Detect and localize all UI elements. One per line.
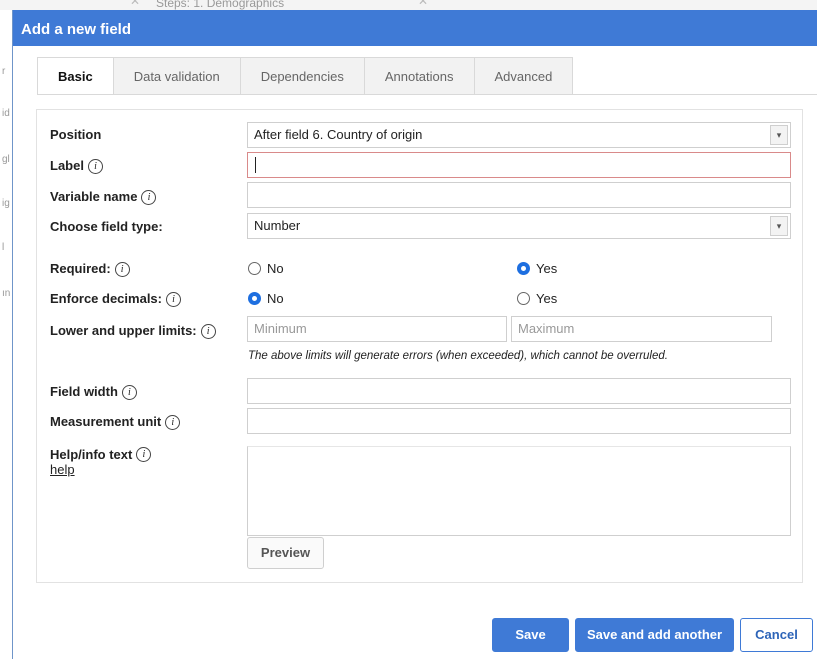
help-text-label-text: Help/info text xyxy=(50,447,133,462)
info-icon[interactable]: i xyxy=(87,159,103,175)
tab-data-validation[interactable]: Data validation xyxy=(113,57,241,95)
enforce-decimals-yes-label: Yes xyxy=(536,291,558,306)
label-label: Label i xyxy=(50,158,103,175)
close-icon: ✕ xyxy=(418,0,429,8)
measurement-unit-input[interactable] xyxy=(247,408,791,434)
limits-label-text: Lower and upper limits: xyxy=(50,323,197,338)
background-steps-bar: ✕ Steps: 1. Demographics ✕ xyxy=(0,0,817,10)
background-letter: r xyxy=(2,66,6,77)
info-icon[interactable]: i xyxy=(114,262,130,278)
position-value: After field 6. Country of origin xyxy=(254,127,423,142)
limits-note: The above limits will generate errors (w… xyxy=(248,350,668,362)
tabs-divider xyxy=(37,94,817,95)
background-letter: ig xyxy=(2,198,10,209)
required-yes-label: Yes xyxy=(536,261,558,276)
limits-label: Lower and upper limits: i xyxy=(50,323,216,340)
required-no-label: No xyxy=(267,261,284,276)
background-steps-text: Steps: 1. Demographics xyxy=(156,0,285,10)
dialog-title: Add a new field xyxy=(13,10,817,46)
radio-on-icon xyxy=(517,262,530,275)
info-icon[interactable]: i xyxy=(121,385,137,401)
position-label: Position xyxy=(50,127,102,142)
measurement-unit-label-text: Measurement unit xyxy=(50,414,162,429)
background-left-strip: r id gl ig l ın xyxy=(0,10,13,659)
enforce-decimals-no-radio[interactable]: No xyxy=(248,291,284,306)
help-text-label: Help/info text i help xyxy=(50,447,152,477)
tab-basic[interactable]: Basic xyxy=(37,57,114,95)
enforce-decimals-label: Enforce decimals: i xyxy=(50,291,181,308)
required-label-text: Required: xyxy=(50,261,111,276)
info-icon[interactable]: i xyxy=(200,324,216,340)
background-letter: l xyxy=(2,242,5,253)
preview-button[interactable]: Preview xyxy=(247,537,324,569)
minimum-input[interactable]: Minimum xyxy=(247,316,507,342)
label-label-text: Label xyxy=(50,158,84,173)
maximum-input[interactable]: Maximum xyxy=(511,316,772,342)
info-icon[interactable]: i xyxy=(141,190,157,206)
background-letter: id xyxy=(2,108,10,119)
field-type-select[interactable]: Number ▾ xyxy=(247,213,791,239)
tab-annotations[interactable]: Annotations xyxy=(364,57,475,95)
radio-on-icon xyxy=(248,292,261,305)
variable-name-label-text: Variable name xyxy=(50,189,138,204)
close-icon: ✕ xyxy=(130,0,141,8)
background-letter: ın xyxy=(2,288,11,299)
save-and-add-another-button[interactable]: Save and add another xyxy=(575,618,734,652)
required-no-radio[interactable]: No xyxy=(248,261,284,276)
background-letter: gl xyxy=(2,154,10,165)
field-type-label: Choose field type: xyxy=(50,219,163,234)
add-field-dialog: Add a new field Basic Data validation De… xyxy=(13,10,817,659)
chevron-down-icon[interactable]: ▾ xyxy=(770,216,788,236)
required-label: Required: i xyxy=(50,261,130,278)
info-icon[interactable]: i xyxy=(166,292,181,308)
label-input[interactable] xyxy=(247,152,791,178)
field-width-label: Field width i xyxy=(50,384,137,401)
tab-bar: Basic Data validation Dependencies Annot… xyxy=(37,57,574,95)
radio-off-icon xyxy=(248,262,261,275)
cancel-button[interactable]: Cancel xyxy=(740,618,813,652)
field-width-input[interactable] xyxy=(247,378,791,404)
measurement-unit-label: Measurement unit i xyxy=(50,414,181,431)
help-link[interactable]: help xyxy=(50,462,75,477)
field-type-value: Number xyxy=(254,218,301,233)
enforce-decimals-yes-radio[interactable]: Yes xyxy=(517,291,557,306)
enforce-decimals-label-text: Enforce decimals: xyxy=(50,291,162,306)
variable-name-input[interactable] xyxy=(247,182,791,208)
field-width-label-text: Field width xyxy=(50,384,118,399)
info-icon[interactable]: i xyxy=(165,415,181,431)
text-cursor xyxy=(255,157,256,173)
position-select[interactable]: After field 6. Country of origin ▾ xyxy=(247,122,791,148)
variable-name-label: Variable name i xyxy=(50,189,157,206)
tab-dependencies[interactable]: Dependencies xyxy=(240,57,365,95)
info-icon[interactable]: i xyxy=(136,447,152,462)
enforce-decimals-no-label: No xyxy=(267,291,284,306)
radio-off-icon xyxy=(517,292,530,305)
save-button[interactable]: Save xyxy=(492,618,569,652)
tab-advanced[interactable]: Advanced xyxy=(474,57,574,95)
chevron-down-icon[interactable]: ▾ xyxy=(770,125,788,145)
required-yes-radio[interactable]: Yes xyxy=(517,261,557,276)
help-text-textarea[interactable] xyxy=(247,446,791,536)
